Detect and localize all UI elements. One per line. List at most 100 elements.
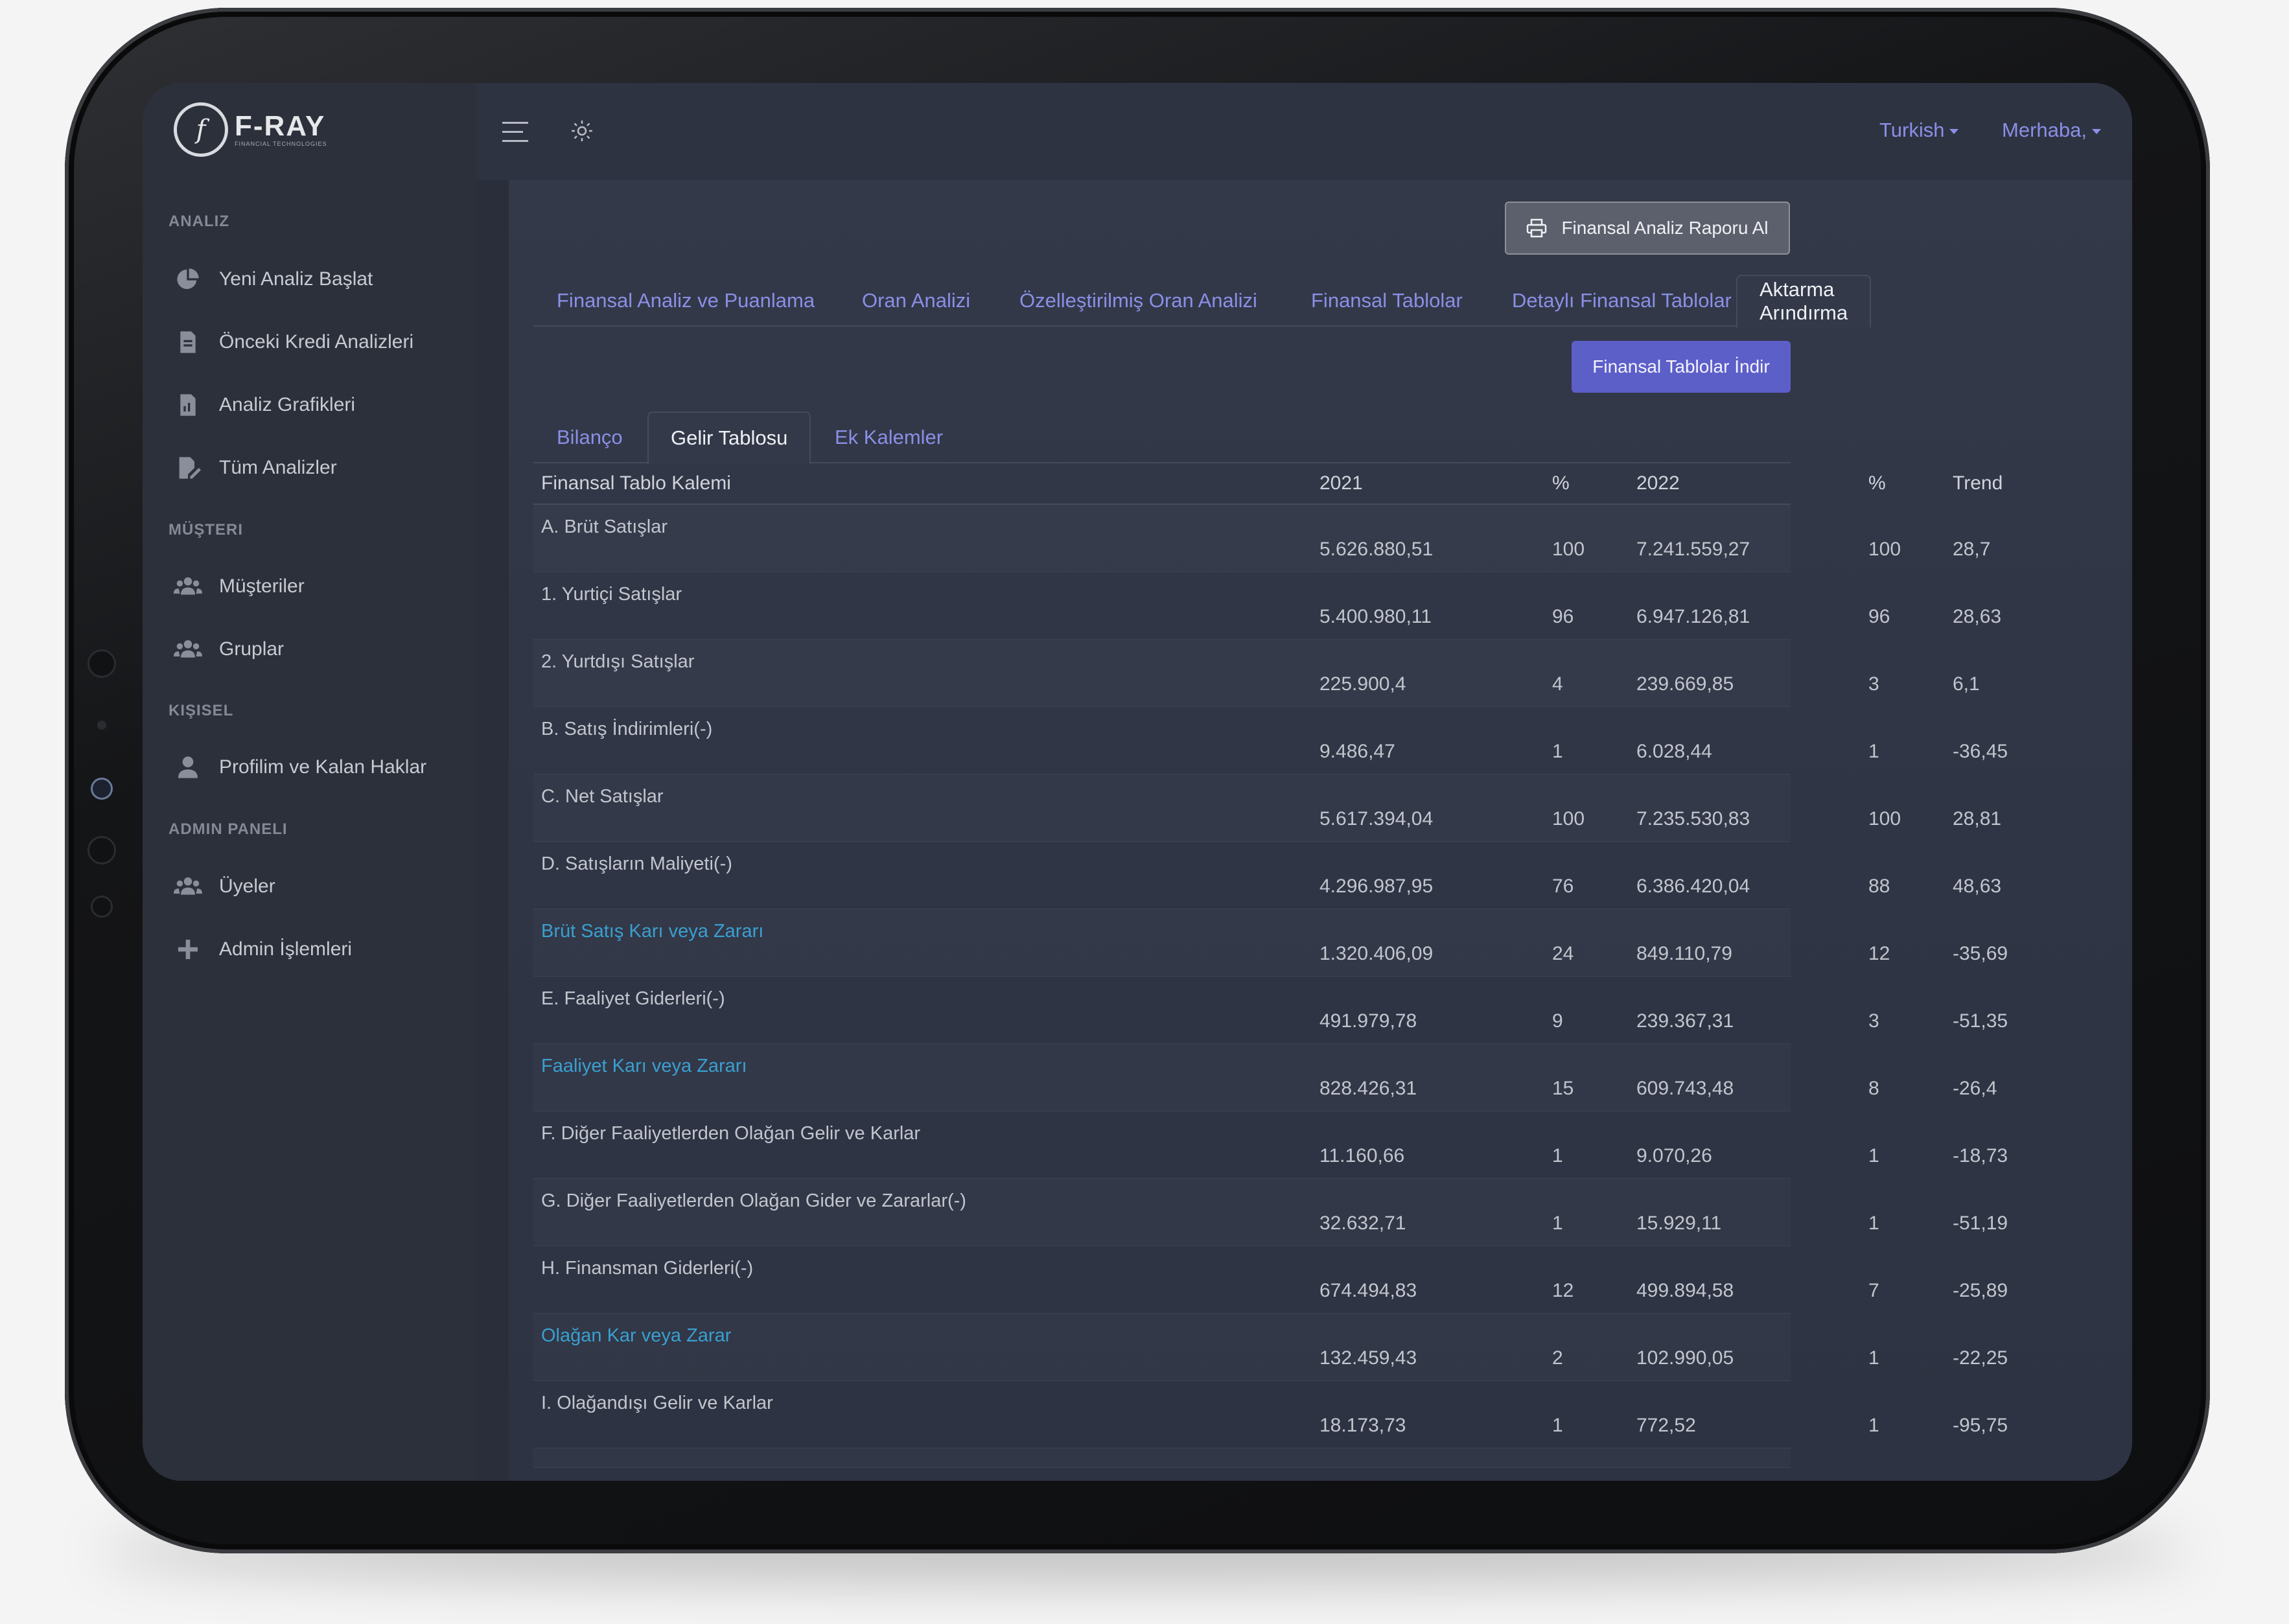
cell-trend: -25,89 bbox=[1953, 1280, 2008, 1301]
cell-pct-2021: 1 bbox=[1552, 1145, 1563, 1166]
table-row: 1. Yurtiçi Satışlar 5.400.980,11 96 6.947.1… bbox=[533, 572, 2001, 640]
section-title-musteri: MÜŞTERI bbox=[168, 521, 243, 539]
row-label: G. Diğer Faaliyetlerden Olağan Gider ve … bbox=[541, 1190, 966, 1211]
side-button bbox=[91, 896, 113, 918]
cell-pct-2021: 1 bbox=[1552, 1212, 1563, 1234]
table-row-partial bbox=[533, 1448, 1791, 1468]
sidebar-item-customers[interactable]: Müşteriler bbox=[174, 574, 305, 599]
greeting-label: Merhaba, bbox=[2002, 119, 2087, 141]
tab-balance-sheet[interactable]: Bilanço bbox=[557, 412, 623, 463]
cell-trend: -26,4 bbox=[1953, 1078, 1997, 1099]
column-header-pct-2021: % bbox=[1552, 472, 1570, 494]
language-dropdown[interactable]: Turkish bbox=[1879, 119, 1959, 142]
hamburger-menu-icon[interactable] bbox=[502, 121, 528, 144]
sidebar-item-label: Admin İşlemleri bbox=[219, 938, 353, 960]
row-label: 2. Yurtdışı Satışlar bbox=[541, 651, 695, 672]
user-icon bbox=[178, 756, 198, 778]
sidebar-item-new-analysis[interactable]: Yeni Analiz Başlat bbox=[174, 266, 373, 292]
table-row: Olağan Kar veya Zarar 132.459,43 2 102.990,… bbox=[533, 1314, 2008, 1381]
cell-trend: -95,75 bbox=[1953, 1415, 2008, 1436]
sidebar-item-label: Analiz Grafikleri bbox=[219, 394, 356, 415]
sidebar-item-label: Üyeler bbox=[219, 876, 275, 897]
table-row: E. Faaliyet Giderleri(-) 491.979,78 9 239.3… bbox=[533, 977, 2008, 1044]
language-label: Turkish bbox=[1879, 119, 1945, 141]
sidebar-item-profile[interactable]: Profilim ve Kalan Haklar bbox=[174, 754, 426, 780]
table-row: Faaliyet Karı veya Zararı 828.426,31 15 609… bbox=[533, 1044, 1997, 1111]
cell-pct-2022: 100 bbox=[1868, 539, 1901, 560]
cell-pct-2022: 3 bbox=[1868, 673, 1879, 695]
table-row: C. Net Satışlar 5.617.394,04 100 7.235.530,… bbox=[533, 774, 2001, 842]
section-title-analiz: ANALIZ bbox=[168, 213, 229, 230]
user-dropdown[interactable]: Merhaba, bbox=[2002, 119, 2101, 142]
cell-2021: 674.494,83 bbox=[1319, 1280, 1417, 1301]
cell-2022: 499.894,58 bbox=[1636, 1280, 1734, 1301]
brand-tagline: FINANCIAL TECHNOLOGIES bbox=[235, 141, 327, 147]
sidebar-item-all-analyses[interactable]: Tüm Analizler bbox=[174, 455, 337, 481]
cell-pct-2021: 24 bbox=[1552, 943, 1574, 964]
cell-pct-2022: 1 bbox=[1868, 1415, 1879, 1436]
cell-pct-2022: 1 bbox=[1868, 741, 1879, 762]
cell-trend: 28,63 bbox=[1953, 606, 2002, 627]
tab-transfer-cleanup[interactable]: Aktarma Arındırma bbox=[1736, 275, 1872, 328]
table-header: Finansal Tablo Kalemi 2021 % 2022 % Tren… bbox=[533, 463, 2003, 505]
brand-logo[interactable]: f F-RAY FINANCIAL TECHNOLOGIES bbox=[174, 102, 327, 157]
chevron-down-icon bbox=[2091, 128, 2101, 134]
cell-pct-2022: 1 bbox=[1868, 1212, 1879, 1234]
cell-2021: 32.632,71 bbox=[1319, 1212, 1406, 1234]
users-icon bbox=[174, 877, 202, 895]
cell-pct-2022: 8 bbox=[1868, 1078, 1879, 1099]
cell-pct-2021: 100 bbox=[1552, 539, 1585, 560]
theme-toggle-icon[interactable] bbox=[571, 120, 593, 142]
cell-2021: 9.486,47 bbox=[1319, 741, 1395, 762]
cell-2022: 7.241.559,27 bbox=[1636, 539, 1750, 560]
sidebar-item-admin-operations[interactable]: Admin İşlemleri bbox=[174, 936, 352, 962]
tab-income-statement[interactable]: Gelir Tablosu bbox=[647, 412, 811, 465]
table-body: A. Brüt Satışlar 5.626.880,51 100 7.241.559… bbox=[533, 505, 2008, 1448]
cell-2022: 239.367,31 bbox=[1636, 1010, 1734, 1032]
cell-2021: 132.459,43 bbox=[1319, 1347, 1417, 1369]
cell-2021: 5.626.880,51 bbox=[1319, 539, 1434, 560]
tab-custom-ratio-analysis[interactable]: Özelleştirilmiş Oran Analizi bbox=[1019, 275, 1257, 327]
brand-name: F-RAY bbox=[235, 110, 326, 142]
cell-pct-2021: 1 bbox=[1552, 741, 1563, 762]
tab-financial-analysis[interactable]: Finansal Analiz ve Puanlama bbox=[557, 275, 815, 327]
tab-financial-tables[interactable]: Finansal Tablolar bbox=[1311, 275, 1463, 327]
sidebar-item-label: Tüm Analizler bbox=[219, 457, 337, 478]
sidebar-item-label: Yeni Analiz Başlat bbox=[219, 268, 373, 290]
table-row: G. Diğer Faaliyetlerden Olağan Gider ve … bbox=[533, 1179, 2008, 1246]
cell-2021: 491.979,78 bbox=[1319, 1010, 1417, 1032]
cell-2021: 5.617.394,04 bbox=[1319, 808, 1434, 829]
row-label: A. Brüt Satışlar bbox=[541, 516, 668, 537]
table-row: A. Brüt Satışlar 5.626.880,51 100 7.241.559… bbox=[533, 505, 1990, 572]
tab-detailed-financial-tables[interactable]: Detaylı Finansal Tablolar bbox=[1512, 275, 1732, 327]
side-button bbox=[87, 836, 116, 864]
cell-pct-2022: 12 bbox=[1868, 943, 1890, 964]
column-header-2021: 2021 bbox=[1319, 472, 1363, 494]
sidebar-item-label: Gruplar bbox=[219, 638, 285, 660]
topbar: Turkish Merhaba, bbox=[476, 83, 2132, 180]
table-row: D. Satışların Maliyeti(-) 4.296.987,95 76 6… bbox=[533, 842, 2001, 909]
cell-trend: -18,73 bbox=[1953, 1145, 2008, 1166]
users-icon bbox=[174, 577, 202, 595]
tab-additional-items[interactable]: Ek Kalemler bbox=[835, 412, 943, 463]
cell-pct-2021: 100 bbox=[1552, 808, 1585, 829]
document-icon bbox=[180, 331, 196, 353]
tab-ratio-analysis[interactable]: Oran Analizi bbox=[862, 275, 970, 327]
sidebar-item-label: Müşteriler bbox=[219, 575, 305, 597]
financial-report-button[interactable]: Finansal Analiz Raporu Al bbox=[1505, 202, 1790, 255]
column-header-item: Finansal Tablo Kalemi bbox=[541, 472, 731, 494]
cell-2022: 15.929,11 bbox=[1636, 1212, 1722, 1234]
sidebar-item-analysis-charts[interactable]: Analiz Grafikleri bbox=[174, 392, 355, 418]
cell-pct-2021: 1 bbox=[1552, 1415, 1563, 1436]
sidebar-item-members[interactable]: Üyeler bbox=[174, 874, 275, 899]
cell-2022: 6.386.420,04 bbox=[1636, 876, 1750, 897]
cell-pct-2021: 12 bbox=[1552, 1280, 1574, 1301]
download-tables-button[interactable]: Finansal Tablolar İndir bbox=[1572, 341, 1791, 393]
sidebar-item-groups[interactable]: Gruplar bbox=[174, 636, 284, 662]
cell-2022: 772,52 bbox=[1636, 1415, 1696, 1436]
cell-2021: 18.173,73 bbox=[1319, 1415, 1406, 1436]
side-button bbox=[87, 649, 116, 678]
sidebar-item-previous-credit[interactable]: Önceki Kredi Analizleri bbox=[174, 329, 413, 355]
cell-trend: -51,35 bbox=[1953, 1010, 2008, 1032]
cell-2022: 6.947.126,81 bbox=[1636, 606, 1750, 627]
